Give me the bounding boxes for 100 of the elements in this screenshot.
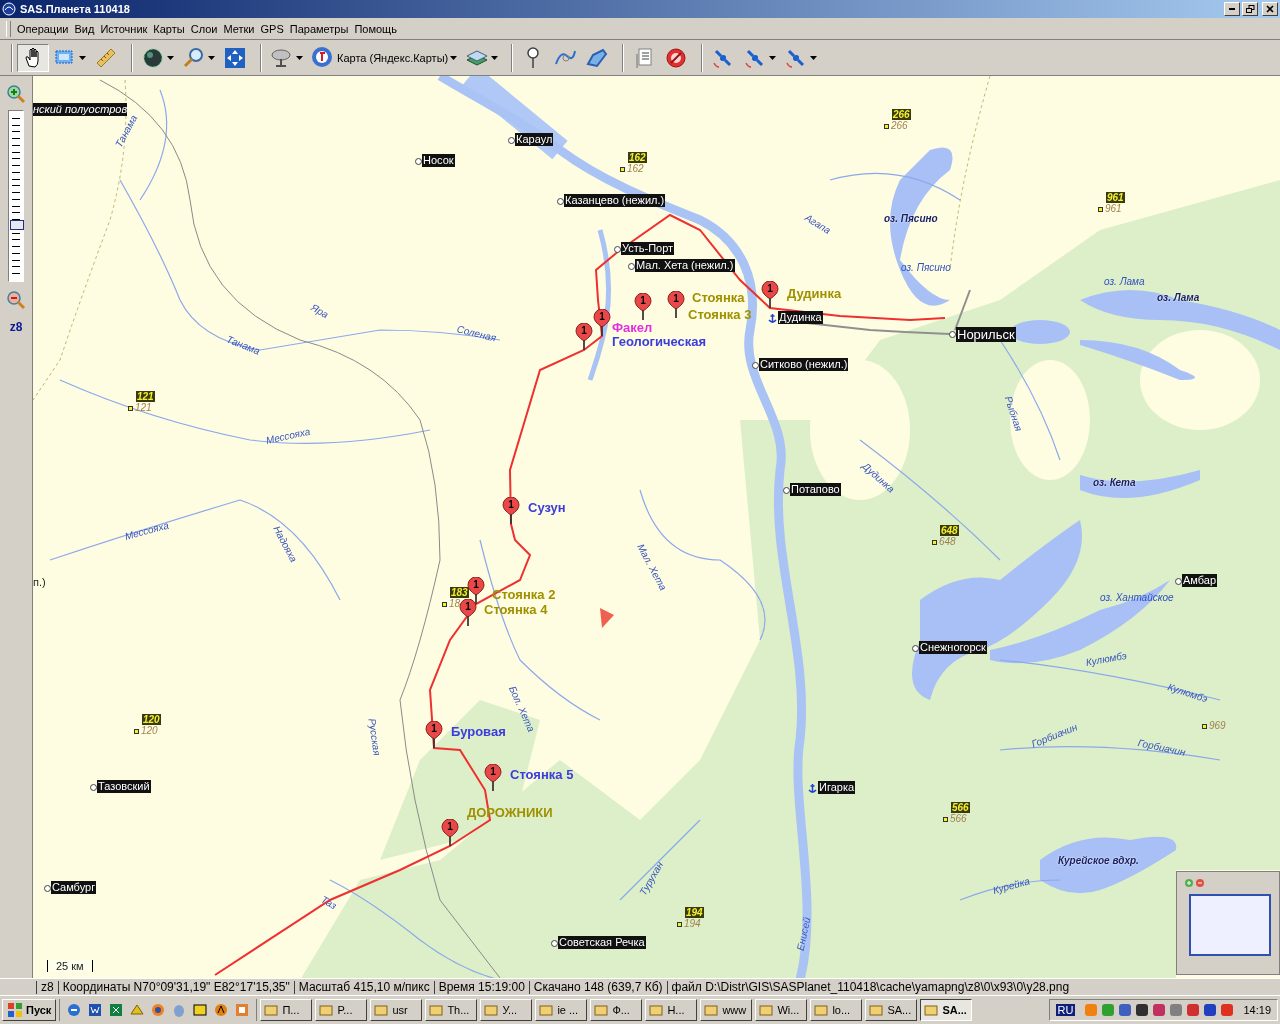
taskbar-button[interactable]: Wi...	[755, 999, 808, 1021]
placemark-pin[interactable]: 1	[575, 323, 593, 351]
placemark-pin[interactable]: 1	[441, 819, 459, 847]
placemark-label: Стоянка 4	[484, 603, 548, 616]
taskbar-button[interactable]: У...	[480, 999, 533, 1021]
taskbar-button[interactable]: ie ...	[535, 999, 588, 1021]
river-label: Русская	[365, 717, 384, 757]
zoom-level: z8	[9, 320, 23, 334]
taskbar-button[interactable]: H...	[645, 999, 698, 1021]
caret-icon	[167, 55, 174, 60]
placemark-pin[interactable]: 1	[667, 291, 685, 319]
app-icon	[484, 1003, 499, 1017]
settlement-label: Потапово	[790, 483, 841, 496]
taskbar-button[interactable]: lo...	[810, 999, 863, 1021]
app-icon	[704, 1003, 719, 1017]
tray-icon[interactable]	[1118, 1003, 1133, 1017]
start-button[interactable]: Пуск	[2, 999, 57, 1021]
menu-item[interactable]: Слои	[187, 20, 221, 37]
fullscreen-icon	[223, 45, 247, 70]
clock: 14:19	[1243, 1004, 1271, 1016]
close-button[interactable]	[1262, 2, 1278, 16]
menu-item[interactable]: Метки	[220, 20, 258, 37]
status-field: Время 15:19:00	[433, 980, 529, 994]
status-field: z8	[36, 980, 58, 994]
settlement-label: Игарка	[818, 781, 856, 794]
minimap[interactable]	[1176, 871, 1280, 975]
elevation-tag: 961	[1106, 192, 1125, 203]
placemark-pin[interactable]: 1	[425, 721, 443, 749]
river-label: Мал. Хета	[634, 541, 670, 593]
map-source-dropdown[interactable]: Карта (Яндекс.Карты)	[307, 43, 462, 72]
taskbar-button[interactable]: www	[700, 999, 753, 1021]
menu-item[interactable]: GPS	[257, 20, 287, 37]
taskbar-button[interactable]: SA...	[920, 999, 973, 1021]
app-icon	[374, 1003, 389, 1017]
elevation-label: 120	[141, 725, 158, 737]
position-arrow-icon	[600, 608, 614, 628]
menu-item[interactable]: Параметры	[286, 20, 352, 37]
taskbar-button[interactable]: Th...	[425, 999, 478, 1021]
taskbar-button[interactable]: usr	[370, 999, 423, 1021]
minimap-viewport[interactable]	[1189, 894, 1271, 956]
close-icon	[1265, 4, 1275, 14]
quick-launch-icon[interactable]	[150, 1002, 167, 1018]
taskbar-button[interactable]: P...	[315, 999, 368, 1021]
menu-item[interactable]: Вид	[71, 20, 98, 37]
app-icon	[814, 1003, 829, 1017]
taskbar-button[interactable]: Ф...	[590, 999, 643, 1021]
quick-launch-icon[interactable]	[87, 1002, 104, 1018]
river-label: Рыбная	[1001, 394, 1026, 433]
lake-label: оз. Лама	[1157, 291, 1200, 304]
app-icon	[2, 2, 16, 16]
placemark-pin[interactable]: 1	[761, 281, 779, 309]
toolbar-button[interactable]	[17, 43, 49, 72]
lake-label: оз. Лама	[1104, 275, 1145, 288]
app-icon	[429, 1003, 444, 1017]
placemark-label: Стоянка 3	[688, 308, 752, 321]
placemark-pin[interactable]: 1	[484, 764, 502, 792]
settlement-label: Снежногорск	[919, 641, 987, 654]
placemark-label: Стоянка	[692, 291, 745, 304]
lake-label: оз. Пясино	[884, 212, 938, 225]
app-icon	[319, 1003, 334, 1017]
caret-icon	[79, 55, 86, 60]
menu-item[interactable]: Операции	[14, 20, 72, 37]
zoom-out-icon[interactable]	[6, 290, 26, 310]
menu-item[interactable]: Источник	[97, 20, 151, 37]
placemark-label: Стоянка 5	[510, 768, 574, 781]
elevation-label: 162	[627, 163, 644, 175]
elevation-tag: 120	[142, 714, 161, 725]
status-field: Координаты N70°09'31,19" E82°17'15,35"	[57, 980, 294, 994]
tray-icon[interactable]	[1135, 1003, 1150, 1017]
language-indicator[interactable]: RU	[1055, 1004, 1076, 1016]
taskbar-button[interactable]: П...	[260, 999, 313, 1021]
menu-item[interactable]: Карты	[150, 20, 188, 37]
zoom-slider[interactable]	[8, 110, 24, 282]
settlement-label: нский полуостров	[33, 103, 128, 116]
placemark-pin[interactable]: 1	[634, 293, 652, 321]
minimize-button[interactable]	[1224, 2, 1240, 16]
forbidden-icon	[664, 45, 689, 70]
window-title: SAS.Планета 110418	[20, 3, 131, 15]
caret-icon	[810, 55, 818, 60]
settlement-label: Казанцево (нежил.)	[564, 194, 666, 207]
status-field: Масштаб 415,10 м/пикс	[293, 980, 434, 994]
placemark-pin[interactable]: 1	[593, 309, 611, 337]
tray-icon[interactable]	[1203, 1003, 1218, 1017]
placemark-label: Дудинка	[787, 287, 842, 300]
status-field: Скачано 148 (639,7 Кб)	[528, 980, 667, 994]
placemark-pin[interactable]: 1	[502, 497, 520, 525]
placemark-pin[interactable]: 1	[459, 599, 477, 627]
river-label: Кулюмбэ	[1084, 648, 1128, 669]
taskbar-button[interactable]: SA...	[865, 999, 918, 1021]
zoom-in-icon[interactable]	[6, 84, 26, 104]
scale-bar: 25 км	[47, 960, 93, 972]
elevation-label: 194	[684, 918, 701, 930]
quick-launch-icon[interactable]	[108, 1002, 125, 1018]
slider-thumb[interactable]	[10, 220, 24, 231]
zoom-buttons-icon[interactable]	[1185, 878, 1207, 888]
restore-button[interactable]	[1242, 2, 1258, 16]
quick-launch-icon[interactable]	[213, 1002, 230, 1018]
settlement-label: Норильск	[956, 327, 1016, 342]
placemark-label: Геологическая	[612, 335, 707, 348]
menu-item[interactable]: Помощь	[351, 20, 400, 37]
